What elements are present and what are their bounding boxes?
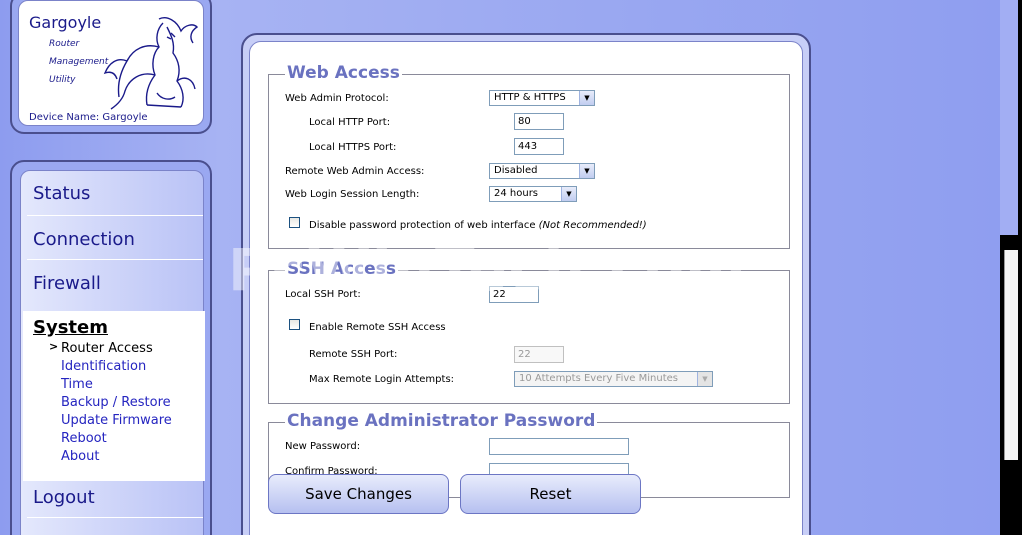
reset-button[interactable]: Reset bbox=[460, 474, 641, 514]
nav-divider bbox=[27, 259, 203, 260]
logo-box: Gargoyle Router Management Utility Devic… bbox=[18, 0, 204, 126]
enable-remote-ssh-checkbox[interactable] bbox=[289, 319, 300, 330]
nav-divider bbox=[27, 517, 203, 518]
logo-title: Gargoyle bbox=[29, 13, 102, 32]
web-admin-protocol-label: Web Admin Protocol: bbox=[285, 93, 389, 104]
nav-item-connection[interactable]: Connection bbox=[33, 229, 135, 250]
remote-ssh-port-input[interactable]: 22 bbox=[514, 346, 564, 363]
sub-item-router-access[interactable]: Router Access bbox=[61, 341, 153, 356]
new-password-label: New Password: bbox=[285, 441, 361, 452]
max-login-attempts-label: Max Remote Login Attempts: bbox=[309, 374, 455, 385]
dropdown-arrow-icon: ▼ bbox=[579, 164, 594, 178]
watermark: PcWinTech.com bbox=[228, 236, 747, 304]
logo-panel: Gargoyle Router Management Utility Devic… bbox=[10, 0, 212, 134]
new-password-input[interactable] bbox=[489, 438, 629, 455]
sub-item-backup-restore[interactable]: Backup / Restore bbox=[61, 395, 171, 410]
right-edge-region bbox=[1000, 0, 1022, 535]
nav-item-status[interactable]: Status bbox=[33, 183, 90, 204]
dropdown-arrow-icon: ▼ bbox=[561, 187, 576, 201]
change-password-legend: Change Administrator Password bbox=[285, 411, 598, 431]
web-admin-protocol-select[interactable]: HTTP & HTTPS ▼ bbox=[489, 90, 595, 106]
web-access-section: Web Access Web Admin Protocol: HTTP & HT… bbox=[268, 63, 790, 249]
sub-item-update-firmware[interactable]: Update Firmware bbox=[61, 413, 172, 428]
nav-divider bbox=[27, 215, 203, 216]
logo-subtitle-router: Router bbox=[49, 39, 80, 49]
device-name: Device Name: Gargoyle bbox=[29, 112, 148, 123]
local-https-port-label: Local HTTPS Port: bbox=[309, 142, 397, 153]
logo-subtitle-utility: Utility bbox=[49, 75, 76, 85]
sub-item-about[interactable]: About bbox=[61, 449, 99, 464]
remote-web-admin-label: Remote Web Admin Access: bbox=[285, 166, 425, 177]
save-changes-button[interactable]: Save Changes bbox=[268, 474, 449, 514]
not-recommended-note: (Not Recommended!) bbox=[538, 220, 647, 231]
disable-password-label: Disable password protection of web inter… bbox=[309, 220, 647, 231]
active-indicator-arrow: > bbox=[49, 340, 59, 353]
nav-item-system[interactable]: System bbox=[33, 317, 108, 338]
disable-password-checkbox[interactable] bbox=[289, 217, 300, 228]
remote-ssh-port-label: Remote SSH Port: bbox=[309, 349, 398, 360]
scrollbar[interactable] bbox=[1004, 250, 1018, 460]
nav-item-firewall[interactable]: Firewall bbox=[33, 273, 101, 294]
sub-item-identification[interactable]: Identification bbox=[61, 359, 146, 374]
max-login-attempts-select[interactable]: 10 Attempts Every Five Minutes ▼ bbox=[514, 371, 713, 387]
remote-web-admin-select[interactable]: Disabled ▼ bbox=[489, 163, 595, 179]
local-http-port-input[interactable]: 80 bbox=[514, 113, 564, 130]
dropdown-arrow-icon: ▼ bbox=[579, 91, 594, 105]
sub-item-time[interactable]: Time bbox=[61, 377, 93, 392]
sidebar-nav-panel: Status Connection Firewall System > Rout… bbox=[10, 160, 212, 535]
local-https-port-input[interactable]: 443 bbox=[514, 138, 564, 155]
sub-item-reboot[interactable]: Reboot bbox=[61, 431, 107, 446]
nav-divider bbox=[27, 473, 203, 474]
web-access-legend: Web Access bbox=[285, 63, 402, 83]
gargoyle-logo-icon bbox=[103, 17, 199, 110]
session-length-label: Web Login Session Length: bbox=[285, 189, 420, 200]
nav-item-logout[interactable]: Logout bbox=[33, 487, 95, 508]
enable-remote-ssh-label: Enable Remote SSH Access bbox=[309, 322, 446, 333]
dropdown-arrow-icon: ▼ bbox=[697, 372, 712, 386]
session-length-select[interactable]: 24 hours ▼ bbox=[489, 186, 577, 202]
sidebar-nav: Status Connection Firewall System > Rout… bbox=[20, 170, 205, 535]
local-http-port-label: Local HTTP Port: bbox=[309, 117, 391, 128]
